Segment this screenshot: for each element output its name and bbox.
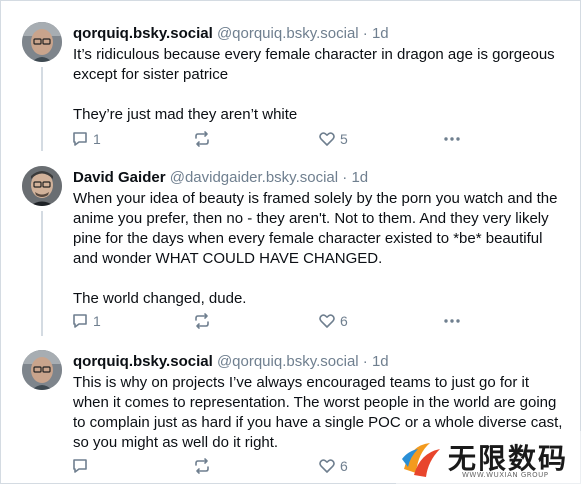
- like-count: 5: [340, 131, 348, 147]
- heart-icon: [319, 132, 335, 146]
- timestamp[interactable]: 1d: [372, 353, 389, 370]
- post-paragraph: They’re just mad they aren’t white: [73, 106, 298, 123]
- post-header: David Gaider @davidgaider.bsky.social · …: [73, 169, 368, 187]
- more-options-button[interactable]: [443, 129, 461, 149]
- thread-connector: [41, 211, 43, 336]
- heart-icon: [319, 314, 335, 328]
- author-handle[interactable]: @qorquiq.bsky.social: [217, 25, 359, 42]
- repost-button[interactable]: [193, 456, 215, 476]
- reply-icon: [73, 314, 87, 328]
- timestamp[interactable]: 1d: [372, 25, 389, 42]
- separator-dot: ·: [362, 353, 368, 370]
- like-count: 6: [340, 458, 348, 474]
- like-button[interactable]: 6: [318, 311, 348, 331]
- post-paragraph: When your idea of beauty is framed solel…: [73, 190, 558, 267]
- like-count: 6: [340, 313, 348, 329]
- reply-button[interactable]: 1: [71, 311, 101, 331]
- reply-button[interactable]: [71, 456, 93, 476]
- watermark-logo-icon: [402, 443, 440, 477]
- watermark-subtext: WWW.WUXIAN GROUP: [462, 471, 549, 479]
- reply-icon: [73, 132, 87, 146]
- reply-icon: [73, 459, 87, 473]
- author-handle[interactable]: @davidgaider.bsky.social: [170, 169, 338, 186]
- reply-button[interactable]: 1: [71, 129, 101, 149]
- thread-container: qorquiq.bsky.social @qorquiq.bsky.social…: [0, 0, 581, 485]
- author-name[interactable]: qorquiq.bsky.social: [73, 25, 213, 42]
- post-paragraph: It’s ridiculous because every female cha…: [73, 46, 555, 83]
- reply-count: 1: [93, 131, 101, 147]
- post-actions: 1 6: [71, 311, 491, 331]
- watermark: 无限数码 WWW.WUXIAN GROUP: [396, 431, 581, 485]
- thread-connector: [41, 67, 43, 151]
- separator-dot: ·: [362, 25, 368, 42]
- separator-dot: ·: [342, 169, 348, 186]
- repost-icon: [195, 313, 209, 329]
- heart-icon: [319, 459, 335, 473]
- author-name[interactable]: qorquiq.bsky.social: [73, 353, 213, 370]
- avatar[interactable]: [22, 350, 62, 390]
- post-text: When your idea of beauty is framed solel…: [73, 189, 563, 309]
- reply-count: 1: [93, 313, 101, 329]
- avatar[interactable]: [22, 166, 62, 206]
- repost-button[interactable]: [193, 129, 215, 149]
- avatar[interactable]: [22, 22, 62, 62]
- post-text: It’s ridiculous because every female cha…: [73, 45, 563, 125]
- post-header: qorquiq.bsky.social @qorquiq.bsky.social…: [73, 25, 389, 43]
- post-paragraph: The world changed, dude.: [73, 290, 247, 307]
- repost-icon: [195, 131, 209, 147]
- repost-button[interactable]: [193, 311, 215, 331]
- more-options-button[interactable]: [443, 311, 461, 331]
- like-button[interactable]: 6: [318, 456, 348, 476]
- more-icon: [444, 319, 460, 323]
- author-name[interactable]: David Gaider: [73, 169, 166, 186]
- repost-icon: [195, 458, 209, 474]
- timestamp[interactable]: 1d: [351, 169, 368, 186]
- post-actions: 1 5: [71, 129, 491, 149]
- like-button[interactable]: 5: [318, 129, 348, 149]
- post-header: qorquiq.bsky.social @qorquiq.bsky.social…: [73, 353, 389, 371]
- more-icon: [444, 137, 460, 141]
- author-handle[interactable]: @qorquiq.bsky.social: [217, 353, 359, 370]
